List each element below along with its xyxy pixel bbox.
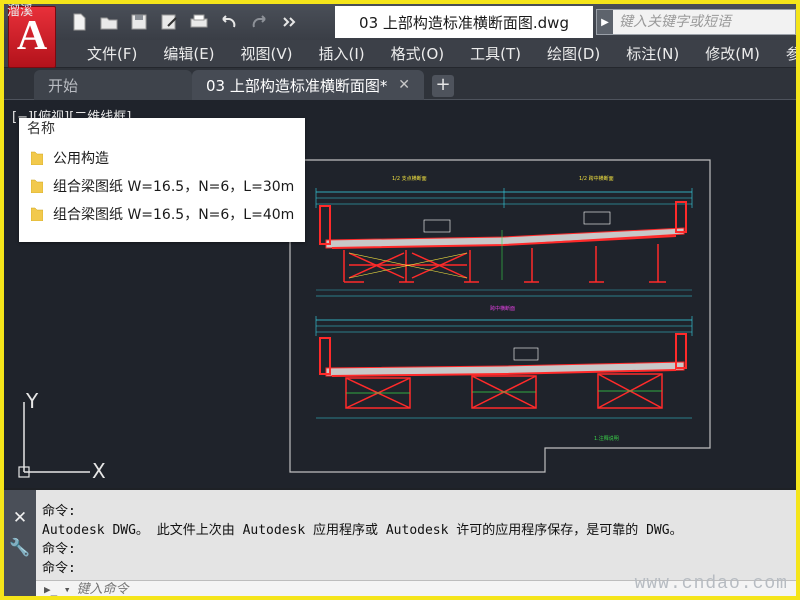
list-item-label: 组合梁图纸 W=16.5，N=6，L=40m [53, 207, 295, 223]
search-input[interactable] [613, 14, 793, 30]
command-line-window: ✕ 🔧 命令: Autodesk DWG。 此文件上次由 Autodesk 应用… [4, 488, 796, 596]
search-box[interactable]: ▶ [596, 9, 796, 35]
application-menu-button[interactable]: 溜溪 A [7, 4, 56, 68]
tab-drawing-label: 03 上部构造标准横断面图* [206, 76, 388, 95]
title-bar: 03 上部构造标准横断面图.dwg ▶ [4, 4, 796, 40]
menu-edit[interactable]: 编辑(E) [150, 43, 227, 64]
menu-modify[interactable]: 修改(M) [692, 43, 773, 64]
ucs-icon: Y X [18, 389, 106, 483]
saveas-icon[interactable] [156, 10, 182, 34]
menu-file[interactable]: 文件(F) [74, 43, 150, 64]
save-icon[interactable] [126, 10, 152, 34]
menu-format[interactable]: 格式(O) [378, 43, 458, 64]
folder-icon [30, 179, 44, 194]
close-tab-icon[interactable]: ✕ [398, 77, 410, 93]
folder-icon [30, 207, 44, 222]
list-item[interactable]: 公用构造 [30, 148, 109, 168]
sheet-boundary [289, 159, 711, 473]
open-icon[interactable] [96, 10, 122, 34]
list-item-label: 公用构造 [53, 151, 109, 167]
list-item[interactable]: 组合梁图纸 W=16.5，N=6，L=40m [30, 204, 295, 224]
svg-text:1.注释说明: 1.注释说明 [594, 435, 619, 442]
document-title: 03 上部构造标准横断面图.dwg [335, 6, 593, 38]
command-history-line: 命令: [42, 542, 76, 557]
command-history: 命令: Autodesk DWG。 此文件上次由 Autodesk 应用程序或 … [42, 502, 796, 578]
menu-parametric[interactable]: 参数 [773, 43, 796, 64]
print-icon[interactable] [186, 10, 212, 34]
ucs-y-label: Y [25, 389, 39, 413]
popup-header: 名称 [27, 121, 55, 137]
autocad-window: 03 上部构造标准横断面图.dwg ▶ 溜溪 A 文件(F) 编辑(E) 视图(… [4, 4, 796, 596]
command-history-line: Autodesk DWG。 此文件上次由 Autodesk 应用程序或 Auto… [42, 523, 683, 538]
close-icon[interactable]: ✕ [13, 508, 27, 528]
site-watermark: www.cndao.com [634, 574, 788, 594]
svg-text:跨中横断面: 跨中横断面 [490, 305, 515, 312]
lower-cross-section: 跨中横断面 1.注释说明 [315, 305, 693, 442]
wrench-icon[interactable]: 🔧 [9, 538, 30, 558]
ucs-x-label: X [92, 459, 106, 483]
new-tab-button[interactable]: + [432, 75, 454, 97]
tab-start-label: 开始 [48, 76, 79, 95]
file-tab-bar: 开始 03 上部构造标准横断面图* ✕ + [4, 68, 796, 100]
quick-access-toolbar [66, 10, 302, 34]
list-item[interactable]: 组合梁图纸 W=16.5，N=6，L=30m [30, 176, 295, 196]
upper-cross-section: 1/2 支点横断面 1/2 跨中横断面 [315, 175, 693, 297]
command-line-sidebar: ✕ 🔧 [4, 490, 36, 596]
menu-tools[interactable]: 工具(T) [457, 43, 534, 64]
svg-text:1/2 跨中横断面: 1/2 跨中横断面 [579, 175, 614, 182]
more-icon[interactable] [276, 10, 302, 34]
menu-dimension[interactable]: 标注(N) [613, 43, 692, 64]
search-expand-icon[interactable]: ▶ [597, 10, 613, 34]
new-icon[interactable] [66, 10, 92, 34]
svg-text:1/2 支点横断面: 1/2 支点横断面 [392, 175, 427, 182]
command-history-line: 命令: [42, 504, 76, 519]
command-input[interactable] [76, 582, 477, 596]
list-item-label: 组合梁图纸 W=16.5，N=6，L=30m [53, 179, 295, 195]
redo-icon[interactable] [246, 10, 272, 34]
tab-start[interactable]: 开始 [34, 70, 192, 100]
command-prompt-icon[interactable]: ▶_ ▾ [44, 583, 71, 596]
menu-insert[interactable]: 插入(I) [306, 43, 378, 64]
folder-icon [30, 151, 44, 166]
file-name-popup: 名称 公用构造 组合梁图纸 W=16.5，N=6，L=30m 组合梁图纸 W=1… [19, 118, 305, 242]
logo-watermark: 溜溪 [7, 4, 34, 19]
autocad-logo-icon: A [16, 13, 48, 59]
undo-icon[interactable] [216, 10, 242, 34]
menu-draw[interactable]: 绘图(D) [534, 43, 613, 64]
menu-view[interactable]: 视图(V) [228, 43, 306, 64]
tab-drawing[interactable]: 03 上部构造标准横断面图* ✕ [192, 70, 424, 100]
menu-bar: 文件(F) 编辑(E) 视图(V) 插入(I) 格式(O) 工具(T) 绘图(D… [4, 40, 796, 68]
